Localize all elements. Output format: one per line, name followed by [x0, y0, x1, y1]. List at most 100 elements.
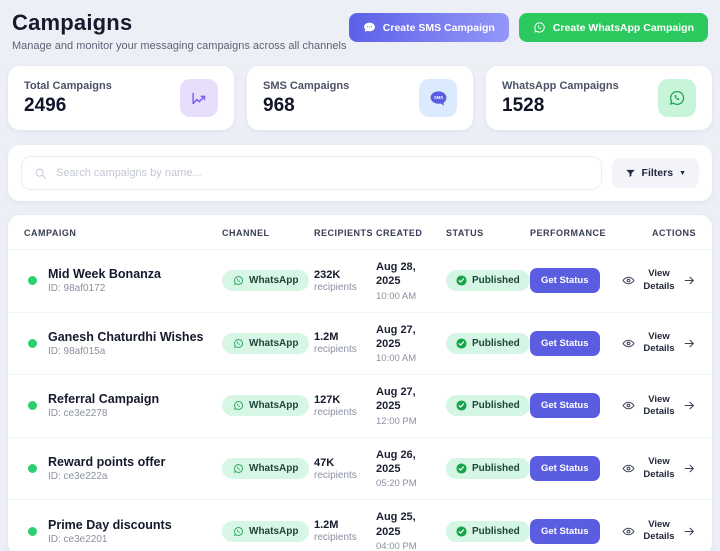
- status-cell: Published: [446, 270, 530, 292]
- created-time: 12:00 PM: [376, 415, 417, 427]
- arrow-right-icon[interactable]: [683, 399, 696, 412]
- create-sms-campaign-button[interactable]: Create SMS Campaign: [348, 13, 509, 42]
- stat-text: SMS Campaigns 968: [263, 80, 349, 117]
- column-header-campaign: Campaign: [24, 228, 77, 238]
- created-cell: Aug 26, 2025 05:20 PM: [376, 448, 434, 490]
- eye-icon[interactable]: [622, 399, 635, 412]
- table-row: Mid Week Bonanza ID: 98af0172 WhatsApp 2…: [8, 250, 712, 312]
- table-row: Prime Day discounts ID: ce3e2201 WhatsAp…: [8, 499, 712, 551]
- campaign-text: Referral Campaign ID: ce3e2278: [48, 392, 159, 419]
- check-circle-icon: [456, 463, 467, 474]
- search-bar-card: Filters ▼: [8, 145, 712, 201]
- view-details-link[interactable]: View Details: [641, 268, 677, 293]
- whatsapp-icon: [233, 400, 244, 411]
- status-cell: Published: [446, 332, 530, 354]
- actions-cell: View Details: [622, 268, 696, 293]
- recipients-cell: 232K recipients: [314, 269, 376, 293]
- campaign-cell: Mid Week Bonanza ID: 98af0172: [24, 267, 222, 294]
- created-date: Aug 27, 2025: [376, 323, 416, 350]
- recipients-count: 232K: [314, 268, 341, 281]
- channel-cell: WhatsApp: [222, 332, 314, 354]
- channel-label: WhatsApp: [249, 525, 299, 537]
- campaign-id: ID: 98af0172: [48, 283, 106, 295]
- stat-label: WhatsApp Campaigns: [502, 79, 619, 92]
- status-label: Published: [472, 400, 520, 412]
- recipients-count: 1.2M: [314, 331, 339, 344]
- arrow-right-icon[interactable]: [683, 337, 696, 350]
- svg-text:SMS: SMS: [434, 95, 443, 100]
- view-details-link[interactable]: View Details: [641, 519, 677, 544]
- arrow-right-icon[interactable]: [683, 525, 696, 538]
- status-label: Published: [472, 275, 520, 287]
- recipients-cell: 47K recipients: [314, 457, 376, 481]
- performance-cell: Get Status: [530, 518, 622, 544]
- arrow-right-icon[interactable]: [683, 462, 696, 475]
- recipients-label: recipients: [314, 469, 357, 481]
- chevron-down-icon: ▼: [679, 169, 686, 177]
- performance-cell: Get Status: [530, 268, 622, 294]
- recipients-count: 1.2M: [314, 519, 339, 532]
- status-badge: Published: [446, 332, 530, 354]
- eye-icon[interactable]: [622, 274, 635, 287]
- check-circle-icon: [456, 400, 467, 412]
- recipients-label: recipients: [314, 406, 357, 418]
- channel-badge: WhatsApp: [222, 520, 310, 542]
- channel-badge: WhatsApp: [222, 270, 310, 292]
- channel-badge: WhatsApp: [222, 395, 310, 417]
- status-cell: Published: [446, 395, 530, 417]
- header-actions: Create SMS Campaign Create WhatsApp Camp…: [348, 13, 708, 42]
- chat-bubble-icon: [363, 21, 376, 34]
- page-header-text: Campaigns Manage and monitor your messag…: [12, 10, 346, 52]
- stat-text: Total Campaigns 2496: [24, 80, 112, 117]
- arrow-right-icon[interactable]: [683, 274, 696, 287]
- eye-icon[interactable]: [622, 462, 635, 475]
- performance-cell: Get Status: [530, 393, 622, 419]
- search-field[interactable]: [21, 156, 602, 190]
- campaign-name: Prime Day discounts: [48, 517, 172, 532]
- get-status-button[interactable]: Get Status: [530, 518, 600, 544]
- channel-label: WhatsApp: [249, 337, 299, 349]
- channel-cell: WhatsApp: [222, 520, 314, 542]
- created-time: 10:00 AM: [376, 353, 417, 365]
- stat-card-whatsapp-campaigns: WhatsApp Campaigns 1528: [486, 66, 712, 130]
- recipients-label: recipients: [314, 281, 357, 293]
- campaign-cell: Ganesh Chaturdhi Wishes ID: 98af015a: [24, 330, 222, 357]
- get-status-button[interactable]: Get Status: [530, 456, 600, 482]
- created-cell: Aug 28, 2025 10:00 AM: [376, 260, 434, 302]
- created-cell: Aug 27, 2025 10:00 AM: [376, 323, 434, 365]
- campaigns-table: Campaign Channel Recipients Created Stat…: [8, 215, 712, 551]
- channel-cell: WhatsApp: [222, 270, 314, 292]
- status-label: Published: [472, 525, 520, 537]
- get-status-button[interactable]: Get Status: [530, 268, 600, 294]
- created-date: Aug 26, 2025: [376, 448, 416, 476]
- created-time: 10:00 AM: [376, 290, 417, 302]
- campaign-text: Reward points offer ID: ce3e222a: [48, 455, 165, 482]
- channel-badge: WhatsApp: [222, 332, 310, 354]
- create-sms-campaign-label: Create SMS Campaign: [382, 21, 495, 34]
- column-header-recipients: Recipients: [314, 228, 374, 238]
- get-status-button[interactable]: Get Status: [530, 330, 600, 356]
- channel-label: WhatsApp: [249, 275, 299, 287]
- search-input[interactable]: [56, 167, 589, 179]
- table-body: Mid Week Bonanza ID: 98af0172 WhatsApp 2…: [8, 250, 712, 551]
- channel-badge: WhatsApp: [222, 458, 310, 480]
- stat-card-total-campaigns: Total Campaigns 2496: [8, 66, 234, 130]
- filters-button[interactable]: Filters ▼: [611, 158, 699, 188]
- get-status-button[interactable]: Get Status: [530, 393, 600, 419]
- create-whatsapp-campaign-button[interactable]: Create WhatsApp Campaign: [518, 13, 708, 42]
- trend-chart-icon: [180, 79, 218, 117]
- view-details-link[interactable]: View Details: [641, 456, 677, 481]
- stat-value: 1528: [502, 94, 545, 116]
- table-row: Referral Campaign ID: ce3e2278 WhatsApp …: [8, 374, 712, 437]
- whatsapp-icon: [233, 338, 244, 349]
- actions-cell: View Details: [622, 456, 696, 481]
- channel-label: WhatsApp: [249, 463, 299, 475]
- check-circle-icon: [456, 338, 467, 349]
- view-details-link[interactable]: View Details: [641, 331, 677, 356]
- eye-icon[interactable]: [622, 525, 635, 538]
- status-badge: Published: [446, 458, 530, 480]
- eye-icon[interactable]: [622, 337, 635, 350]
- status-badge: Published: [446, 270, 530, 292]
- page-title: Campaigns: [12, 10, 133, 35]
- view-details-link[interactable]: View Details: [641, 394, 677, 419]
